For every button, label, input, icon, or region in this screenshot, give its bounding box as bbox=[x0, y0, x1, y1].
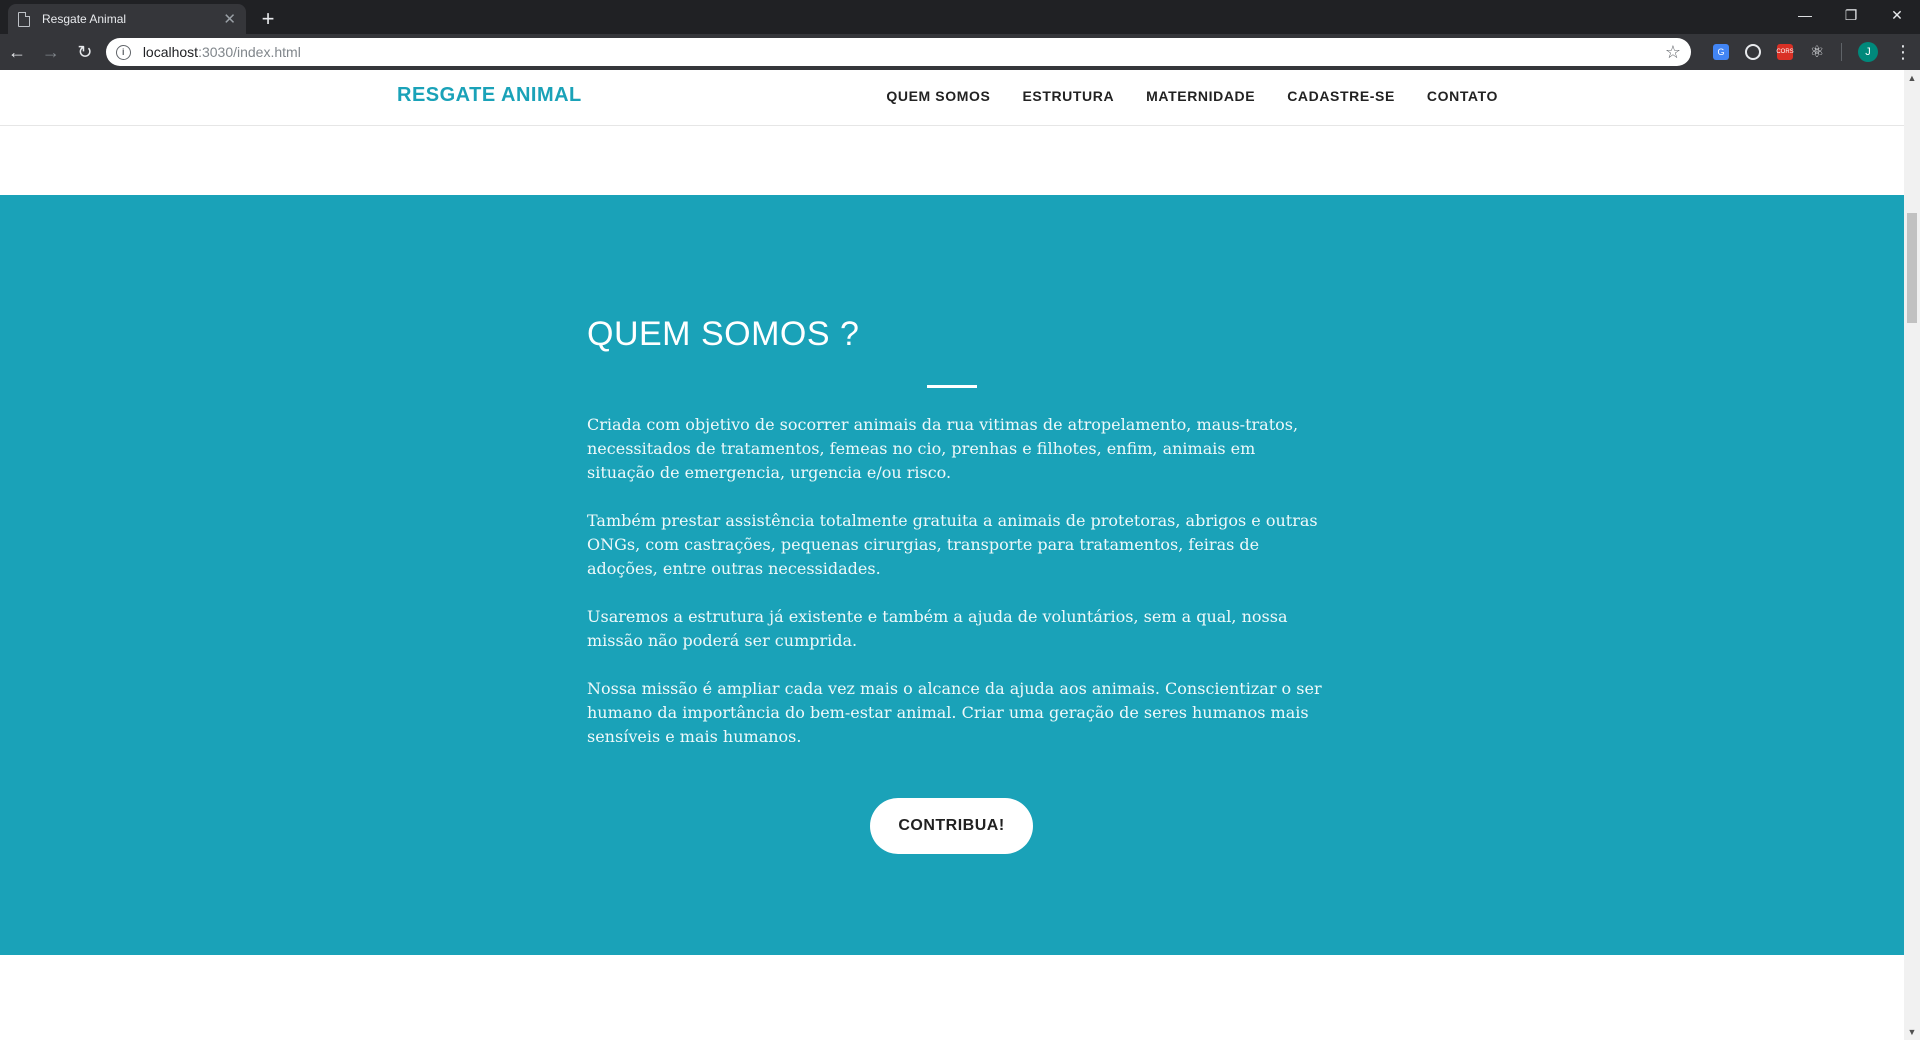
browser-toolbar: ← → ↻ i localhost:3030/index.html ☆ G CO… bbox=[0, 34, 1920, 70]
window-controls: — ❐ ✕ bbox=[1782, 0, 1920, 30]
page-viewport: RESGATE ANIMAL QUEM SOMOS ESTRUTURA MATE… bbox=[0, 70, 1904, 1040]
reload-icon[interactable]: ↻ bbox=[68, 34, 102, 70]
about-paragraph: Criada com objetivo de socorrer animais … bbox=[587, 415, 1299, 482]
tab-title: Resgate Animal bbox=[42, 12, 127, 26]
scroll-down-icon[interactable]: ▼ bbox=[1904, 1024, 1920, 1040]
url-path: :3030/index.html bbox=[198, 44, 301, 60]
site-navbar: RESGATE ANIMAL QUEM SOMOS ESTRUTURA MATE… bbox=[0, 70, 1904, 126]
profile-avatar[interactable]: J bbox=[1858, 42, 1878, 62]
title-divider bbox=[927, 385, 977, 388]
url-host: localhost bbox=[142, 44, 199, 60]
extensions-area: G CORS ⚛ J ⋮ bbox=[1705, 42, 1920, 63]
nav-link-quem-somos[interactable]: QUEM SOMOS bbox=[886, 88, 990, 104]
close-tab-icon[interactable]: ✕ bbox=[223, 10, 236, 28]
about-paragraph: Usaremos a estrutura já existente e tamb… bbox=[587, 607, 1288, 650]
browser-tab[interactable]: Resgate Animal ✕ bbox=[8, 4, 246, 34]
info-icon[interactable]: i bbox=[115, 44, 131, 60]
nav-link-contato[interactable]: CONTATO bbox=[1427, 88, 1498, 104]
nav-link-estrutura[interactable]: ESTRUTURA bbox=[1022, 88, 1114, 104]
about-paragraph: Também prestar assistência totalmente gr… bbox=[587, 511, 1318, 578]
section-title: QUEM SOMOS ? bbox=[587, 315, 860, 353]
target-extension-icon[interactable] bbox=[1745, 44, 1761, 60]
forward-icon[interactable]: → bbox=[34, 34, 68, 70]
restore-icon[interactable]: ❐ bbox=[1828, 0, 1874, 30]
browser-menu-icon[interactable]: ⋮ bbox=[1894, 42, 1912, 63]
nav-link-cadastre-se[interactable]: CADASTRE-SE bbox=[1287, 88, 1395, 104]
bookmark-star-icon[interactable]: ☆ bbox=[1665, 42, 1681, 63]
about-section: QUEM SOMOS ? Criada com objetivo de soco… bbox=[0, 195, 1904, 955]
browser-tabstrip: Resgate Animal ✕ + — ❐ ✕ bbox=[0, 0, 1920, 34]
nav-link-maternidade[interactable]: MATERNIDADE bbox=[1146, 88, 1255, 104]
react-extension-icon[interactable]: ⚛ bbox=[1809, 44, 1825, 61]
scroll-up-icon[interactable]: ▲ bbox=[1904, 70, 1920, 86]
address-bar[interactable]: i localhost:3030/index.html ☆ bbox=[105, 38, 1691, 66]
toolbar-separator bbox=[1841, 43, 1842, 61]
about-paragraph: Nossa missão é ampliar cada vez mais o a… bbox=[587, 679, 1322, 746]
translate-extension-icon[interactable]: G bbox=[1713, 44, 1729, 60]
back-icon[interactable]: ← bbox=[0, 34, 34, 70]
contribute-button[interactable]: CONTRIBUA! bbox=[870, 798, 1033, 854]
minimize-icon[interactable]: — bbox=[1782, 0, 1828, 30]
close-window-icon[interactable]: ✕ bbox=[1874, 0, 1920, 30]
nav-menu: QUEM SOMOS ESTRUTURA MATERNIDADE CADASTR… bbox=[886, 88, 1498, 104]
page-icon bbox=[18, 11, 30, 27]
scrollbar-thumb[interactable] bbox=[1907, 213, 1917, 323]
about-text: Criada com objetivo de socorrer animais … bbox=[587, 413, 1323, 773]
site-brand[interactable]: RESGATE ANIMAL bbox=[397, 84, 582, 107]
cors-extension-icon[interactable]: CORS bbox=[1776, 44, 1794, 60]
new-tab-button[interactable]: + bbox=[254, 4, 282, 34]
page-scrollbar[interactable]: ▲ ▼ bbox=[1904, 70, 1920, 1040]
